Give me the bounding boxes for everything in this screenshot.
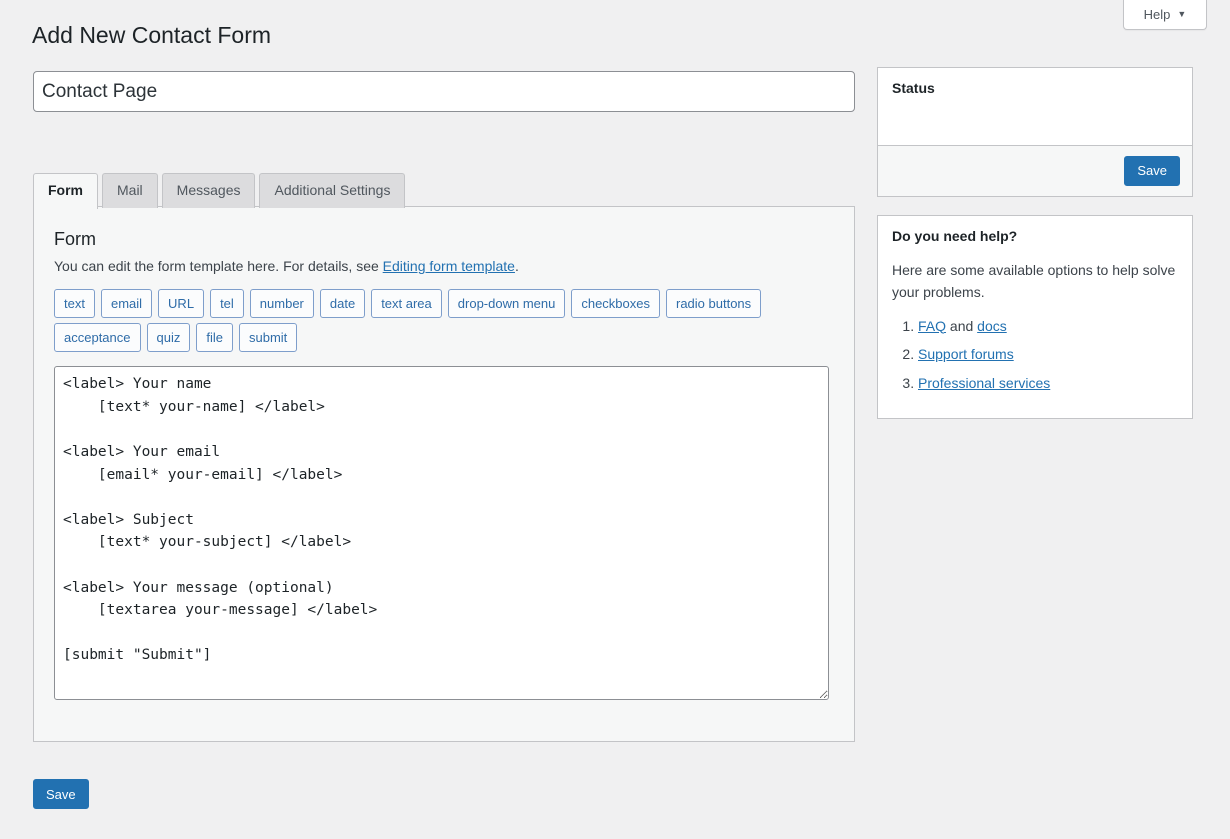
tab-messages-label: Messages — [177, 182, 241, 198]
tab-mail[interactable]: Mail — [102, 173, 158, 208]
tag-generator-buttons: text email URL tel number date text area… — [54, 289, 834, 352]
help-button[interactable]: Help ▼ — [1123, 0, 1207, 30]
tag-button-checkboxes[interactable]: checkboxes — [571, 289, 660, 318]
form-panel-description-suffix: . — [515, 258, 519, 274]
form-panel-description: You can edit the form template here. For… — [54, 256, 834, 277]
help-postbox-title: Do you need help? — [892, 228, 1017, 244]
chevron-down-icon: ▼ — [1177, 10, 1186, 19]
help-postbox-body: Here are some available options to help … — [878, 258, 1192, 417]
form-panel-heading: Form — [54, 227, 834, 252]
form-template-editor-wrap — [54, 366, 829, 700]
status-postbox-title: Status — [892, 80, 935, 96]
tag-button-quiz[interactable]: quiz — [147, 323, 191, 352]
list-item: Professional services — [918, 373, 1178, 395]
tag-button-radio-buttons[interactable]: radio buttons — [666, 289, 761, 318]
list-item: FAQ and docs — [918, 316, 1178, 338]
tab-form-label: Form — [48, 182, 83, 198]
status-postbox: Status Save — [877, 67, 1193, 197]
help-postbox: Do you need help? Here are some availabl… — [877, 215, 1193, 419]
save-button-sidebar[interactable]: Save — [1124, 156, 1180, 186]
editing-form-template-link[interactable]: Editing form template — [383, 258, 515, 274]
help-postbox-paragraph: Here are some available options to help … — [892, 260, 1178, 303]
form-editor-panel: Form You can edit the form template here… — [33, 206, 855, 742]
form-editor-panel-inner: Form You can edit the form template here… — [34, 207, 854, 720]
support-forums-link[interactable]: Support forums — [918, 346, 1014, 362]
faq-and-text: and — [946, 318, 977, 334]
tag-generator-row-1: text email URL tel number date text area… — [54, 289, 834, 318]
docs-link[interactable]: docs — [977, 318, 1007, 334]
tag-button-text-area[interactable]: text area — [371, 289, 442, 318]
tab-form[interactable]: Form — [33, 173, 98, 209]
tab-additional-settings[interactable]: Additional Settings — [259, 173, 405, 208]
status-postbox-body — [878, 111, 1192, 145]
tab-mail-label: Mail — [117, 182, 143, 198]
tag-button-acceptance[interactable]: acceptance — [54, 323, 141, 352]
tag-button-email[interactable]: email — [101, 289, 152, 318]
professional-services-link[interactable]: Professional services — [918, 375, 1050, 391]
help-button-label: Help — [1144, 7, 1171, 22]
tag-button-file[interactable]: file — [196, 323, 233, 352]
tag-button-date[interactable]: date — [320, 289, 365, 318]
form-title-field-wrap — [33, 71, 855, 112]
page-title: Add New Contact Form — [32, 21, 271, 51]
bottom-save-wrap: Save — [33, 779, 90, 809]
status-postbox-header: Status — [878, 68, 1192, 111]
tag-button-tel[interactable]: tel — [210, 289, 244, 318]
status-postbox-footer: Save — [878, 145, 1192, 196]
tab-messages[interactable]: Messages — [162, 173, 256, 208]
sidebar: Status Save Do you need help? Here are s… — [877, 67, 1193, 437]
tag-generator-row-2: acceptance quiz file submit — [54, 323, 834, 352]
faq-link[interactable]: FAQ — [918, 318, 946, 334]
tab-additional-settings-label: Additional Settings — [274, 182, 390, 198]
editor-tabs: Form Mail Messages Additional Settings — [33, 172, 405, 208]
help-postbox-header: Do you need help? — [878, 216, 1192, 259]
tag-button-submit[interactable]: submit — [239, 323, 297, 352]
tag-button-number[interactable]: number — [250, 289, 314, 318]
help-postbox-list: FAQ and docs Support forums Professional… — [892, 316, 1178, 395]
save-button-bottom[interactable]: Save — [33, 779, 89, 809]
tag-button-url[interactable]: URL — [158, 289, 204, 318]
tag-button-text[interactable]: text — [54, 289, 95, 318]
form-panel-description-prefix: You can edit the form template here. For… — [54, 258, 383, 274]
form-template-textarea[interactable] — [54, 366, 829, 700]
tag-button-drop-down-menu[interactable]: drop-down menu — [448, 289, 566, 318]
form-title-input[interactable] — [33, 71, 855, 112]
list-item: Support forums — [918, 344, 1178, 366]
